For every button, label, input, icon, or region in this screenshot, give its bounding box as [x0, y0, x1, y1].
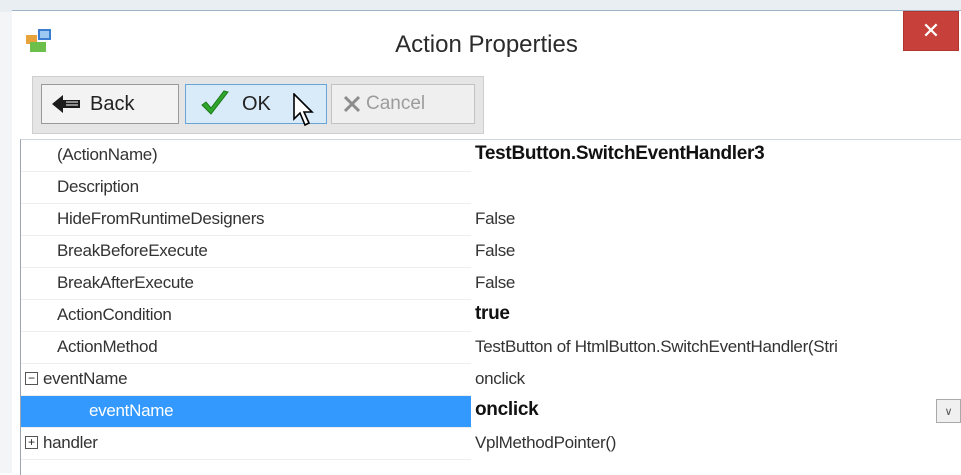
property-row-breakbeforeexecute[interactable]: BreakBeforeExecute False	[21, 236, 961, 268]
window-title: Action Properties	[395, 31, 578, 58]
property-value[interactable]: onclick	[475, 399, 961, 421]
checkmark-icon	[201, 90, 229, 115]
property-row-eventname-selected[interactable]: eventName onclick ∨	[21, 396, 961, 428]
property-row-description[interactable]: Description	[21, 172, 961, 204]
cancel-button[interactable]: Cancel	[331, 84, 475, 124]
property-name: BreakAfterExecute	[57, 273, 194, 292]
expand-icon[interactable]: +	[25, 436, 38, 449]
property-value[interactable]: False	[475, 209, 961, 229]
property-value[interactable]: False	[475, 241, 961, 261]
back-button[interactable]: Back	[41, 84, 179, 124]
property-value[interactable]: TestButton of HtmlButton.SwitchEventHand…	[475, 337, 961, 357]
chevron-down-icon: ∨	[944, 405, 953, 418]
property-row-breakafterexecute[interactable]: BreakAfterExecute False	[21, 268, 961, 300]
close-icon: ✕	[921, 18, 941, 43]
property-name: ActionCondition	[57, 305, 172, 324]
close-button[interactable]: ✕	[903, 11, 959, 51]
property-name: eventName	[43, 369, 128, 388]
back-arrow-icon	[52, 95, 80, 113]
property-name: (ActionName)	[57, 145, 158, 164]
collapse-icon[interactable]: −	[25, 372, 38, 385]
property-name: eventName	[89, 401, 174, 420]
property-name: handler	[43, 433, 98, 452]
property-row-eventname-group[interactable]: − eventName onclick	[21, 364, 961, 396]
property-value[interactable]: onclick	[475, 369, 961, 389]
property-row-actionmethod[interactable]: ActionMethod TestButton of HtmlButton.Sw…	[21, 332, 961, 364]
property-row-actioncondition[interactable]: ActionCondition true	[21, 300, 961, 332]
property-row-handler[interactable]: + handler VplMethodPointer()	[21, 428, 961, 460]
cancel-label: Cancel	[366, 93, 426, 114]
ok-label: OK	[242, 92, 271, 115]
property-name: Description	[57, 177, 139, 196]
cancel-x-icon	[343, 95, 361, 113]
dropdown-button[interactable]: ∨	[936, 399, 961, 423]
back-label: Back	[90, 92, 135, 115]
property-row-actionname[interactable]: (ActionName) TestButton.SwitchEventHandl…	[21, 140, 961, 172]
property-value[interactable]: False	[475, 273, 961, 293]
toolbar: Back OK Cancel	[32, 76, 484, 134]
property-value[interactable]: VplMethodPointer()	[475, 433, 961, 453]
property-value[interactable]: true	[475, 303, 961, 325]
property-name: HideFromRuntimeDesigners	[57, 209, 265, 228]
title-bar: Action Properties ✕	[12, 11, 961, 76]
property-name: BreakBeforeExecute	[57, 241, 208, 260]
property-grid: (ActionName) TestButton.SwitchEventHandl…	[20, 139, 961, 475]
property-value[interactable]: TestButton.SwitchEventHandler3	[475, 143, 961, 165]
property-name: ActionMethod	[57, 337, 158, 356]
mouse-pointer-icon	[293, 93, 314, 127]
property-row-hidefromruntimedesigners[interactable]: HideFromRuntimeDesigners False	[21, 204, 961, 236]
action-properties-dialog: Action Properties ✕ Back OK Cancel (Acti…	[12, 10, 961, 475]
